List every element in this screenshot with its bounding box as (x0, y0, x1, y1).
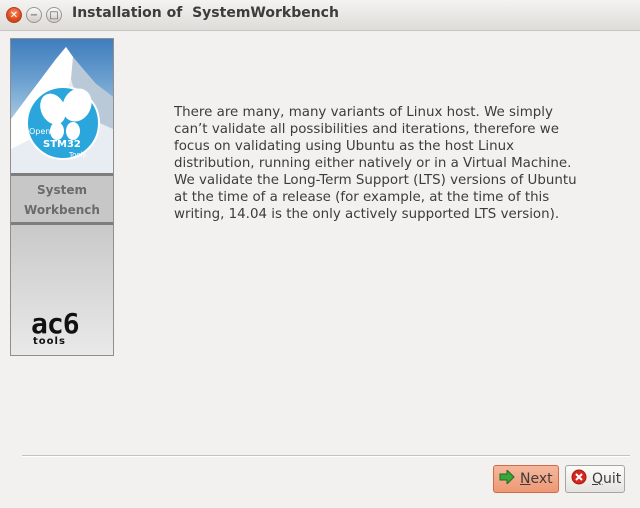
title-bar: ✕ − □ Installation of SystemWorkbench (0, 0, 640, 31)
next-button-label: Next (520, 471, 553, 487)
description-text: There are many, many variants of Linux h… (174, 104, 584, 223)
stop-icon (571, 469, 587, 489)
next-mnemonic: N (520, 471, 531, 487)
logo-text-open: Open (29, 127, 50, 136)
arrow-right-icon (499, 468, 515, 488)
logo-text-stm32: STM32 (43, 139, 81, 150)
banner-footer: ac6 tools (11, 225, 113, 355)
mountain-image: Open STM32 Tools (11, 39, 113, 173)
window-minimize-button[interactable]: − (26, 7, 42, 23)
logo-text-tools: Tools (68, 151, 87, 159)
side-banner: Open STM32 Tools System Workbench ac6 to… (10, 38, 114, 356)
next-label-rest: ext (530, 471, 553, 487)
window-maximize-button[interactable]: □ (46, 7, 62, 23)
quit-button[interactable]: Quit (565, 465, 625, 493)
ac6-logo-main: ac6 (31, 307, 80, 340)
product-name-line1: System (37, 183, 87, 197)
mountain-logo-graphic: Open STM32 Tools (11, 47, 113, 173)
quit-button-label: Quit (592, 471, 621, 487)
footer-divider (22, 455, 630, 457)
ac6-logo-sub: tools (33, 336, 66, 347)
window-close-button[interactable]: ✕ (6, 7, 22, 23)
quit-mnemonic: Q (592, 471, 604, 487)
description-paragraph: There are many, many variants of Linux h… (174, 105, 577, 222)
quit-label-rest: uit (603, 471, 622, 487)
ac6-logo: ac6 tools (31, 307, 97, 347)
window-title: Installation of SystemWorkbench (72, 5, 339, 21)
product-name-line2: Workbench (24, 203, 100, 217)
product-name: System Workbench (11, 176, 113, 222)
next-button[interactable]: Next (493, 465, 559, 493)
